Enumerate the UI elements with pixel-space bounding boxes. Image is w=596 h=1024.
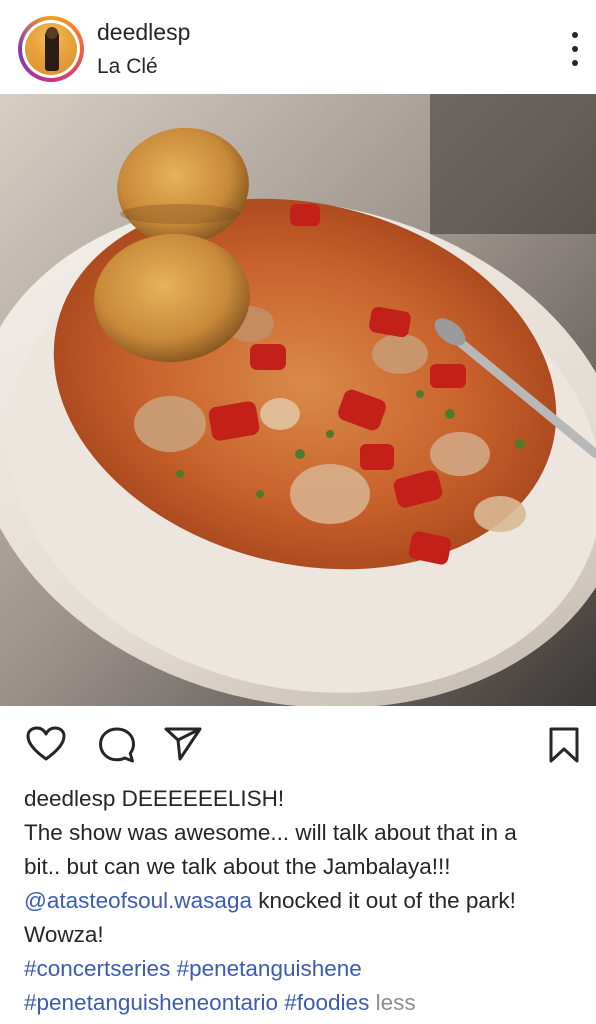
post-header: deedlesp La Clé xyxy=(0,0,596,94)
post-photo[interactable] xyxy=(0,94,596,706)
location[interactable]: La Clé xyxy=(97,54,158,80)
comment-icon[interactable] xyxy=(97,726,137,769)
action-bar xyxy=(0,706,596,778)
more-options-icon[interactable] xyxy=(563,32,587,66)
more-dot xyxy=(572,60,578,66)
bookmark-icon[interactable] xyxy=(548,726,580,769)
jambalaya-photo xyxy=(0,94,596,706)
hashtag-line-2: #penetanguisheneontario #foodies less xyxy=(24,986,590,1020)
less-link[interactable]: less xyxy=(376,990,416,1015)
caption-line-1: The show was awesome... will talk about … xyxy=(24,820,517,845)
mention-link[interactable]: @atasteofsoul.wasaga xyxy=(24,888,252,913)
more-dot xyxy=(572,46,578,52)
caption-mention-line: @atasteofsoul.wasaga knocked it out of t… xyxy=(24,884,590,918)
hashtag-line-1: #concertseries #penetanguishene xyxy=(24,952,590,986)
caption-author[interactable]: deedlesp xyxy=(24,786,115,811)
caption-headline: DEEEEEELISH! xyxy=(115,786,285,811)
more-dot xyxy=(572,32,578,38)
caption-after-mention: knocked it out of the park! xyxy=(251,888,516,913)
avatar-figure-head xyxy=(46,27,58,39)
caption-line-4: Wowza! xyxy=(24,922,104,947)
post-caption: deedlesp DEEEEEELISH! The show was aweso… xyxy=(24,782,590,1020)
caption-line-2: bit.. but can we talk about the Jambalay… xyxy=(24,854,451,879)
hashtag-link[interactable]: #concertseries xyxy=(24,956,170,981)
hashtag-link[interactable]: #penetanguishene xyxy=(177,956,362,981)
heart-icon[interactable] xyxy=(26,726,66,767)
hashtag-link[interactable]: #foodies xyxy=(284,990,369,1015)
avatar[interactable] xyxy=(22,20,80,78)
avatar-image xyxy=(25,23,77,75)
username[interactable]: deedlesp xyxy=(97,18,190,46)
caption-headline-line: deedlesp DEEEEEELISH! xyxy=(24,782,590,816)
hashtag-link[interactable]: #penetanguisheneontario xyxy=(24,990,278,1015)
story-ring[interactable] xyxy=(18,16,84,82)
paper-plane-icon[interactable] xyxy=(163,726,203,767)
